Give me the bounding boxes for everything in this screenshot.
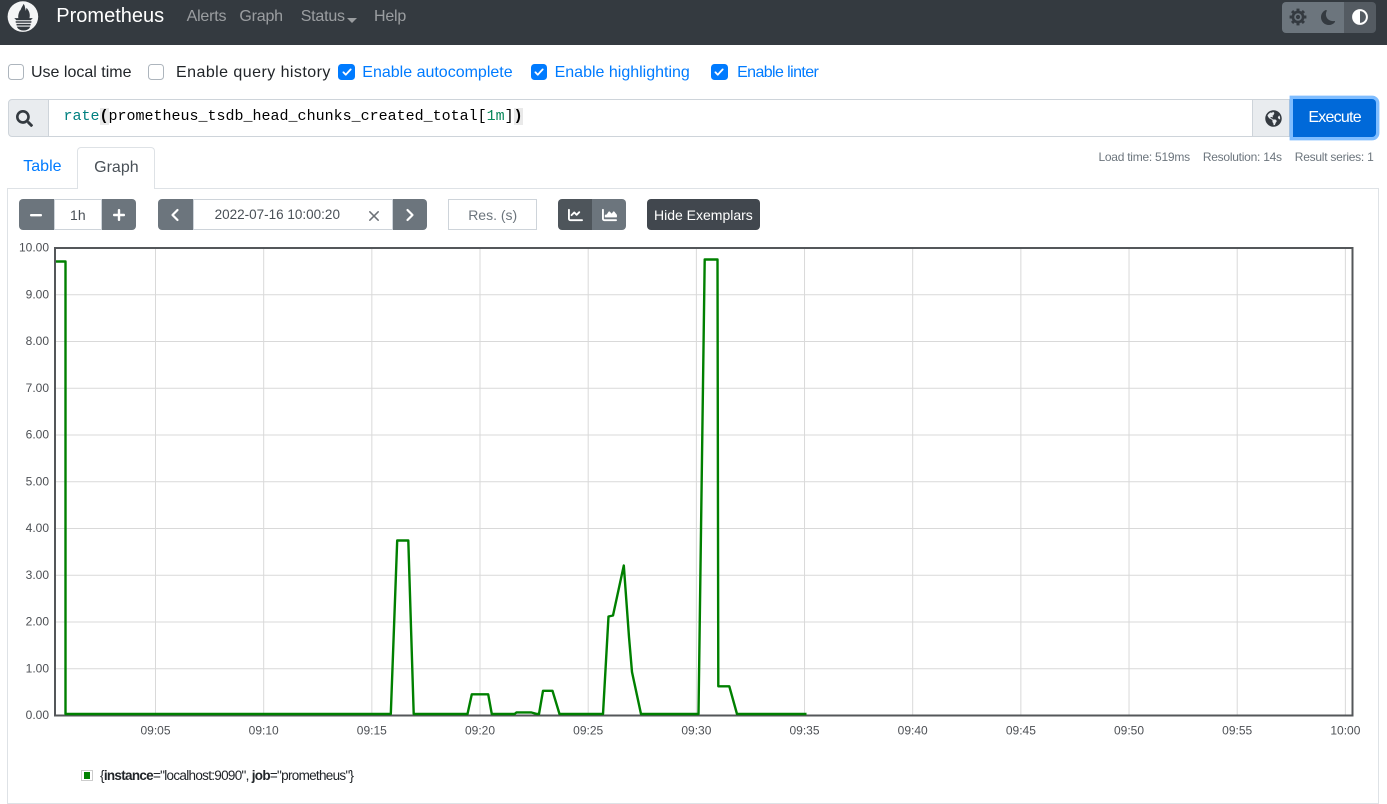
- svg-text:09:25: 09:25: [573, 723, 603, 737]
- svg-text:09:35: 09:35: [789, 723, 819, 737]
- svg-text:3.00: 3.00: [26, 568, 50, 582]
- svg-text:5.00: 5.00: [26, 474, 50, 488]
- svg-text:09:15: 09:15: [357, 723, 387, 737]
- svg-text:8.00: 8.00: [26, 334, 50, 348]
- svg-text:09:20: 09:20: [465, 723, 495, 737]
- svg-text:09:45: 09:45: [1006, 723, 1036, 737]
- svg-text:6.00: 6.00: [26, 428, 50, 442]
- svg-text:09:50: 09:50: [1114, 723, 1144, 737]
- svg-text:9.00: 9.00: [26, 287, 50, 301]
- svg-text:09:40: 09:40: [898, 723, 928, 737]
- svg-text:2.00: 2.00: [26, 615, 50, 629]
- svg-text:09:55: 09:55: [1222, 723, 1252, 737]
- svg-text:4.00: 4.00: [26, 521, 50, 535]
- svg-text:10.00: 10.00: [19, 241, 49, 255]
- svg-text:09:30: 09:30: [681, 723, 711, 737]
- svg-text:0.00: 0.00: [26, 708, 50, 722]
- svg-text:09:10: 09:10: [249, 723, 279, 737]
- svg-text:09:05: 09:05: [140, 723, 170, 737]
- svg-text:10:00: 10:00: [1330, 723, 1360, 737]
- svg-text:7.00: 7.00: [26, 381, 50, 395]
- svg-text:1.00: 1.00: [26, 661, 50, 675]
